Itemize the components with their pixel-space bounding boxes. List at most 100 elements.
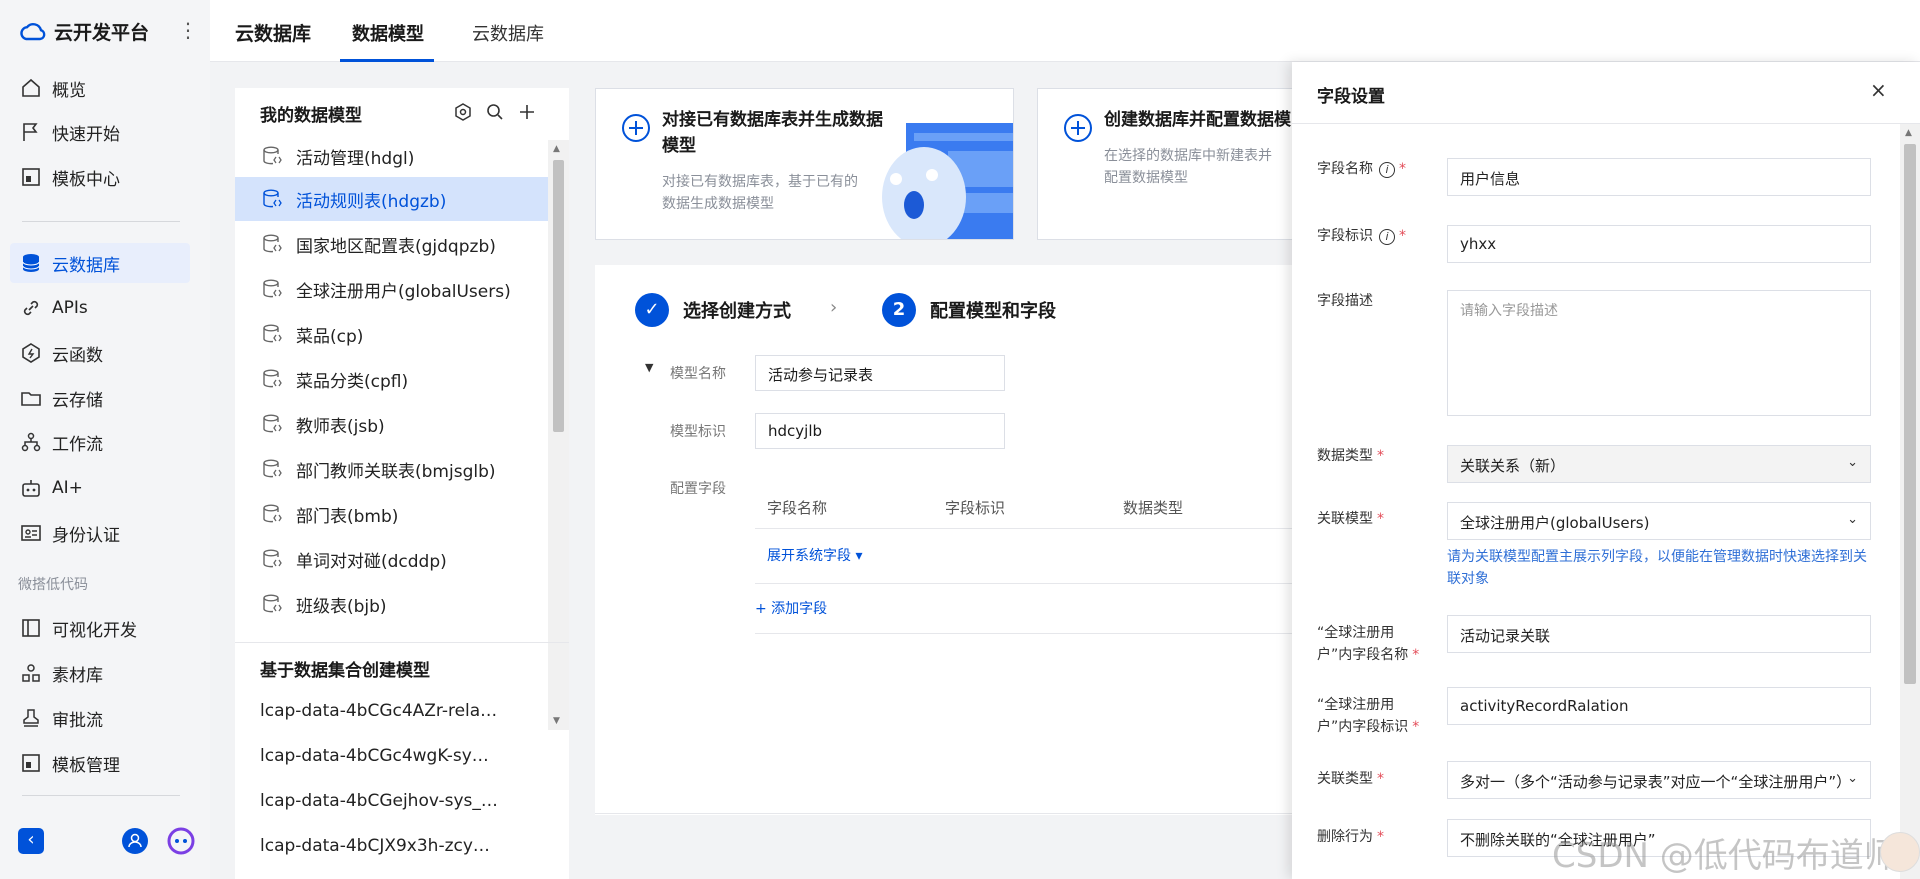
top-bar: 云数据库 数据模型 云数据库 [210,0,1920,62]
inner-id-input[interactable]: activityRecordRalation [1447,687,1871,725]
nav-label: 身份认证 [52,525,120,546]
model-label: 班级表(bjb) [296,596,387,617]
data-model-icon [263,279,282,298]
field-desc-textarea[interactable]: 请输入字段描述 [1447,290,1871,416]
nav-item-template-manage[interactable]: 模板管理 [10,743,190,783]
model-list-item[interactable]: 国家地区配置表(gjdqpzb) [235,222,548,266]
inner-name-label: “全球注册用户”内字段名称 * [1317,625,1420,663]
layout-icon [22,619,40,637]
data-model-icon [263,594,282,613]
info-icon[interactable]: i [1379,229,1395,245]
model-name-input[interactable]: 活动参与记录表 [755,355,1005,391]
model-list-item[interactable]: 全球注册用户(globalUsers) [235,267,548,311]
rel-model-select[interactable]: 全球注册用户(globalUsers) ⌄ [1447,502,1871,540]
data-type-select[interactable]: 关联关系（新） ⌄ [1447,445,1871,483]
watermark-avatar [1880,832,1920,872]
model-list-item[interactable]: 部门教师关联表(bmjsglb) [235,447,548,491]
settings-icon[interactable] [453,102,473,122]
nav-item-cloud-function[interactable]: 云函数 [10,333,190,373]
user-avatar-icon[interactable] [122,828,148,854]
chevron-down-icon: ⌄ [1847,512,1858,527]
rel-type-select[interactable]: 多对一（多个“活动参与记录表”对应一个“全球注册用户”） ⌄ [1447,761,1871,799]
nav-item-approval[interactable]: 审批流 [10,698,190,738]
nav-item-assets[interactable]: 素材库 [10,653,190,693]
dataset-item[interactable]: lcap-data-4bCGc4AZr-rela… [260,701,497,721]
nav-item-cloud-storage[interactable]: 云存储 [10,378,190,418]
column-header: 数据类型 [1123,499,1184,517]
model-list-item[interactable]: 活动管理(hdgl) [235,134,548,178]
step-configure-fields: 2 配置模型和字段 [882,293,1056,327]
nav-item-identity[interactable]: 身份认证 [10,513,190,553]
nav-item-ai[interactable]: AI+ [10,468,190,508]
dataset-item[interactable]: lcap-data-4bCGc4wgK-sy… [260,746,489,766]
watermark: CSDN @低代码布道师 [1552,836,1898,876]
fields-table-header: 字段名称 字段标识 数据类型 [755,483,1295,529]
scroll-up-icon[interactable]: ▲ [553,144,560,154]
nav-item-workflow[interactable]: 工作流 [10,422,190,462]
expand-system-fields-link[interactable]: 展开系统字段 ▾ [767,545,862,565]
nav-item-overview[interactable]: 概览 [10,68,190,108]
card-description: 对接已有数据库表，基于已有的数据生成数据模型 [662,174,858,212]
drawer-scrollbar[interactable]: ▲ [1900,124,1920,879]
inner-name-input[interactable]: 活动记录关联 [1447,615,1871,653]
tab-cloud-database[interactable]: 云数据库 [472,20,544,46]
table-divider [755,583,1295,584]
model-label: 国家地区配置表(gjdqpzb) [296,236,496,257]
nav-item-template-center[interactable]: 模板中心 [10,157,190,197]
model-label: 活动规则表(hdgzb) [296,191,447,212]
form-footer-divider [595,813,1295,814]
assistant-bot-icon[interactable] [166,826,196,856]
drawer-header: 字段设置 × [1292,62,1920,124]
scroll-down-icon[interactable]: ▼ [553,716,560,726]
model-id-input[interactable]: hdcyjlb [755,413,1005,449]
field-settings-drawer: 字段设置 × 字段名称 i * 用户信息 字段标识 i * yhxx 字段描述 请输入字… [1292,62,1920,879]
brand[interactable]: 云开发平台 [18,18,149,45]
caret-down-icon[interactable]: ▼ [645,361,653,374]
inner-id-label: “全球注册用户”内字段标识 * [1317,697,1420,735]
close-icon[interactable]: × [1870,78,1887,102]
add-field-button[interactable]: + 添加字段 [755,598,827,618]
model-list-item[interactable]: 教师表(jsb) [235,402,548,446]
scrollbar-thumb[interactable] [553,160,564,432]
scrollbar-thumb[interactable] [1904,144,1916,684]
model-list-item[interactable]: 菜品(cp) [235,312,548,356]
model-list-item[interactable]: 班级表(bjb) [235,582,548,626]
create-db-card[interactable]: 创建数据库并配置数据模 在选择的数据库中新建表并配置数据模型 [1037,88,1297,240]
nav-divider [22,795,180,796]
folder-icon [21,392,41,406]
field-name-label: 字段名称 i * [1317,161,1406,178]
nav-item-apis[interactable]: APIs [10,288,190,328]
card-title: 对接已有数据库表并生成数据模型 [662,110,883,156]
collapse-sidebar-icon[interactable]: ‹ [18,828,44,854]
field-name-input[interactable]: 用户信息 [1447,158,1871,196]
chevron-right-icon: › [830,297,838,318]
column-header: 字段标识 [945,499,1006,517]
step-done-icon: ✓ [635,293,669,327]
search-icon[interactable] [485,102,505,122]
dataset-item[interactable]: lcap-data-4bCJX9x3h-zcy… [260,836,490,856]
nav-label: 素材库 [52,665,103,686]
nav-label: 云存储 [52,390,103,411]
dataset-item[interactable]: lcap-data-4bCGejhov-sys_… [260,791,498,811]
link-icon [23,300,39,316]
nav-group-label: 微搭低代码 [18,577,88,593]
connect-existing-db-card[interactable]: 对接已有数据库表并生成数据模型 对接已有数据库表，基于已有的数据生成数据模型 [595,88,1014,240]
nav-item-quickstart[interactable]: 快速开始 [10,112,190,152]
scroll-up-icon[interactable]: ▲ [1905,128,1912,138]
model-list-item[interactable]: 部门表(bmb) [235,492,548,536]
nav-item-visual-dev[interactable]: 可视化开发 [10,608,190,648]
data-model-icon [263,504,282,523]
model-list-item[interactable]: 单词对对碰(dcddp) [235,537,548,581]
chevron-down-icon: ⌄ [1847,771,1858,786]
tab-data-model[interactable]: 数据模型 [352,20,424,46]
database-icon [22,254,40,272]
info-icon[interactable]: i [1379,162,1395,178]
field-desc-label: 字段描述 [1317,293,1373,309]
model-list-item[interactable]: 活动规则表(hdgzb) [235,177,548,221]
more-icon[interactable]: ⋮ [178,20,198,40]
nav-item-cloud-database[interactable]: 云数据库 [10,243,190,283]
field-id-input[interactable]: yhxx [1447,225,1871,263]
model-list-item[interactable]: 菜品分类(cpfl) [235,357,548,401]
panel-divider [235,642,569,643]
add-icon[interactable] [517,102,537,122]
